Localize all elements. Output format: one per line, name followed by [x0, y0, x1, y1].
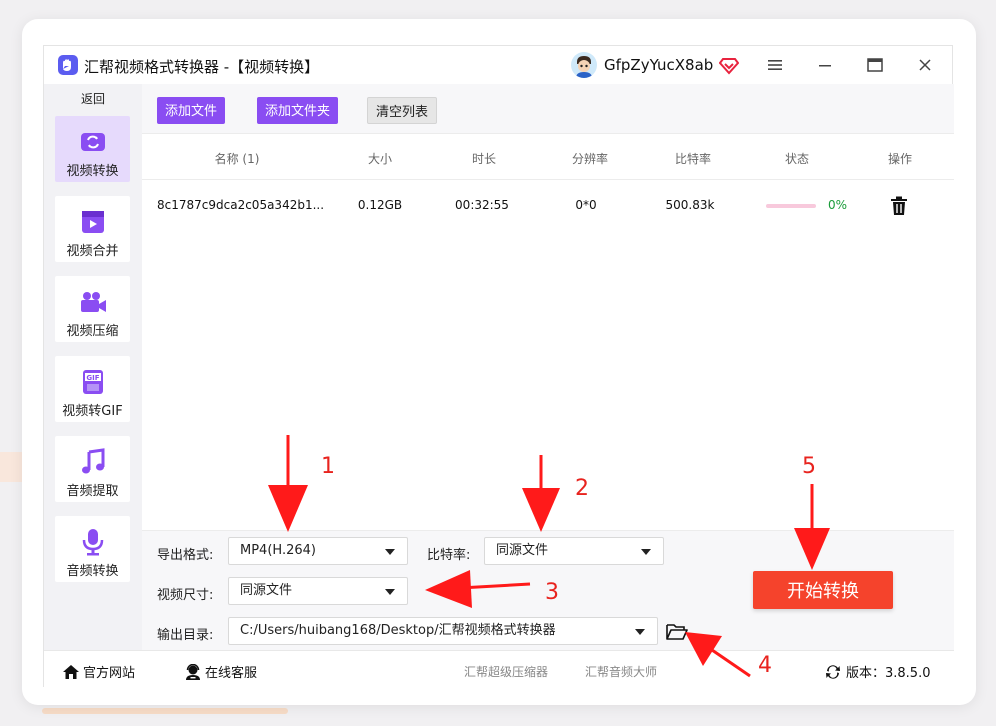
file-bitrate: 500.83k: [665, 198, 715, 212]
video-convert-icon: [79, 128, 107, 156]
trash-icon[interactable]: [890, 196, 908, 220]
format-value: MP4(H.264): [240, 543, 316, 558]
chevron-down-icon: [635, 629, 645, 635]
add-folder-button[interactable]: 添加文件夹: [257, 97, 339, 124]
clear-list-button[interactable]: 清空列表: [367, 97, 438, 124]
sidebar-item-label: 视频合并: [66, 244, 119, 259]
refresh-icon: [826, 664, 840, 679]
output-value: C:/Users/huibang168/Desktop/汇帮视频格式转换器: [240, 623, 556, 638]
sidebar-item-label: 视频转GIF: [62, 404, 123, 419]
app-title: 汇帮视频格式转换器 -【视频转换】: [84, 58, 320, 76]
bitrate-label: 比特率:: [427, 548, 471, 563]
progress-bar: [766, 204, 816, 208]
annotation-label-5: 5: [802, 454, 816, 479]
online-support-label: 在线客服: [205, 666, 258, 681]
toolbar: 添加文件 添加文件夹 清空列表: [142, 84, 954, 134]
file-name: 8c1787c9dca2c05a342b1...: [157, 198, 325, 212]
column-actions: 操作: [887, 152, 912, 166]
table-row[interactable]: 8c1787c9dca2c05a342b1... 0.12GB 00:32:55…: [142, 181, 954, 231]
sidebar-item-label: 视频转换: [66, 164, 119, 179]
sidebar-item-label: 音频转换: [66, 564, 119, 579]
output-label: 输出目录:: [157, 628, 214, 643]
maximize-icon[interactable]: [864, 54, 886, 76]
annotation-label-2: 2: [575, 476, 589, 501]
column-size: 大小: [367, 152, 392, 166]
user-name[interactable]: GfpZyYucX8ab: [604, 56, 713, 74]
column-status: 状态: [784, 152, 809, 166]
format-label: 导出格式:: [157, 548, 214, 563]
menu-icon[interactable]: [764, 54, 786, 76]
version-label: 版本：3.8.5.0: [846, 666, 931, 681]
video-merge-icon: [79, 208, 107, 236]
column-name[interactable]: 名称 (1): [192, 150, 282, 167]
file-table-header: 名称 (1) 大小 时长 分辨率 比特率 状态 操作: [142, 134, 954, 180]
official-website-link[interactable]: 官方网站: [62, 662, 135, 681]
output-dir-select[interactable]: C:/Users/huibang168/Desktop/汇帮视频格式转换器: [228, 617, 658, 645]
column-resolution: 分辨率: [571, 152, 608, 166]
sidebar-item-video-compress[interactable]: 视频压缩: [55, 276, 130, 342]
size-select[interactable]: 同源文件: [228, 577, 408, 605]
support-agent-icon: [186, 663, 200, 680]
sidebar-item-label: 音频提取: [66, 484, 119, 499]
chevron-down-icon: [385, 549, 395, 555]
chevron-down-icon: [385, 589, 395, 595]
main-panel: 添加文件 添加文件夹 清空列表 名称 (1) 大小 时长 分辨率 比特率 状态 …: [142, 84, 954, 650]
annotation-label-3: 3: [545, 580, 559, 605]
user-avatar[interactable]: [571, 52, 597, 78]
progress-percent: 0%: [828, 198, 848, 212]
sidebar-item-video-gif[interactable]: GIF 视频转GIF: [55, 356, 130, 422]
size-value: 同源文件: [240, 583, 293, 598]
vip-diamond-icon[interactable]: [718, 55, 740, 79]
music-note-icon: [79, 448, 107, 476]
size-label: 视频尺寸:: [157, 588, 214, 603]
sidebar-item-audio-extract[interactable]: 音频提取: [55, 436, 130, 502]
video-compress-icon: [79, 288, 107, 316]
bitrate-value: 同源文件: [496, 543, 549, 558]
format-select[interactable]: MP4(H.264): [228, 537, 408, 565]
super-compressor-link[interactable]: 汇帮超级压缩器: [464, 663, 548, 680]
gif-icon: GIF: [79, 368, 107, 396]
microphone-icon: [79, 528, 107, 556]
column-bitrate: 比特率: [674, 152, 711, 166]
minimize-icon[interactable]: [814, 54, 836, 76]
file-duration: 00:32:55: [455, 198, 509, 212]
bitrate-select[interactable]: 同源文件: [484, 537, 664, 565]
sidebar-item-audio-convert[interactable]: 音频转换: [55, 516, 130, 582]
sidebar: 返回 视频转换 视频合并 视频压缩 GIF 视频转GIF 音频提取 音频转换: [44, 84, 142, 650]
annotation-label-1: 1: [321, 454, 335, 479]
chevron-down-icon: [641, 549, 651, 555]
audio-master-link[interactable]: 汇帮音频大师: [585, 663, 657, 680]
home-icon: [63, 664, 79, 679]
close-icon[interactable]: [914, 54, 936, 76]
file-resolution: 0*0: [575, 198, 597, 212]
title-bar: 汇帮视频格式转换器 -【视频转换】 GfpZyYucX8ab: [44, 46, 954, 84]
version-info[interactable]: 版本：3.8.5.0: [824, 662, 930, 681]
app-window: 汇帮视频格式转换器 -【视频转换】 GfpZyYucX8ab 返回 视频转换 视…: [43, 45, 954, 688]
svg-text:GIF: GIF: [86, 374, 99, 382]
app-logo-icon: [58, 55, 78, 75]
annotation-label-4: 4: [758, 653, 772, 678]
footer: 官方网站 在线客服 汇帮超级压缩器 汇帮音频大师 版本：3.8.5.0: [44, 650, 954, 688]
file-size: 0.12GB: [357, 198, 403, 212]
folder-open-icon[interactable]: [666, 623, 688, 645]
sidebar-item-video-convert[interactable]: 视频转换: [55, 116, 130, 182]
sidebar-item-video-merge[interactable]: 视频合并: [55, 196, 130, 262]
start-convert-button[interactable]: 开始转换: [753, 571, 893, 609]
official-website-label: 官方网站: [83, 666, 136, 681]
add-file-button[interactable]: 添加文件: [157, 97, 226, 124]
back-button[interactable]: 返回: [44, 90, 142, 107]
sidebar-item-label: 视频压缩: [66, 324, 119, 339]
online-support-link[interactable]: 在线客服: [184, 662, 257, 681]
background-underline: [42, 708, 288, 714]
column-duration: 时长: [471, 152, 496, 166]
